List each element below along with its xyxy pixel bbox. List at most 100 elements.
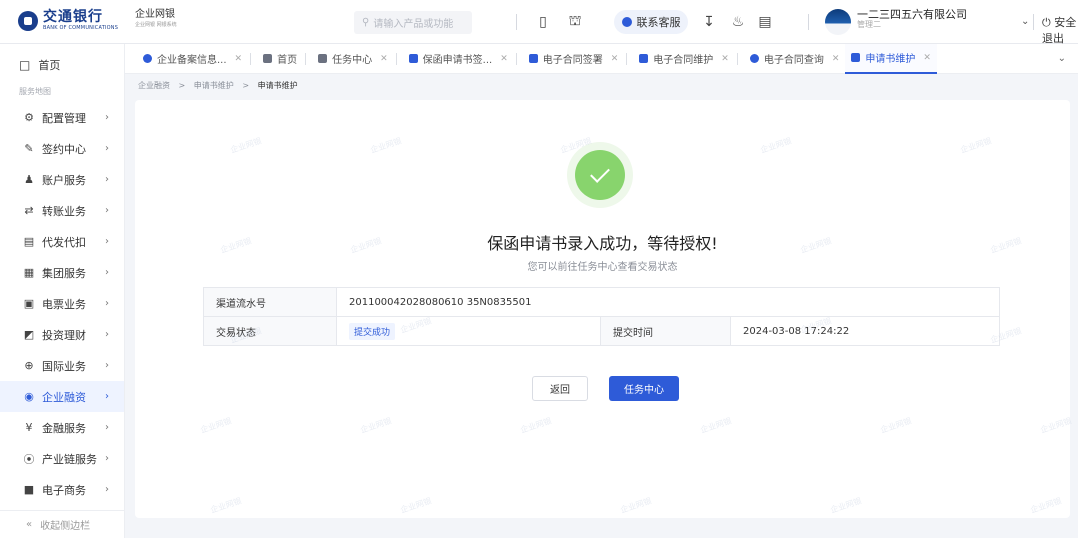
tab[interactable]: 申请书维护 ✕ [845,43,937,74]
sidebar-item[interactable]: ⚙ 配置管理 › [0,102,124,133]
sidebar-item[interactable]: ✎ 签约中心 › [0,133,124,164]
close-icon[interactable]: ✕ [923,53,931,63]
tabs-more-icon[interactable]: ⌄ [1058,53,1066,64]
status-badge: 提交成功 [349,322,396,340]
tab-page-icon [851,53,861,62]
search-placeholder: 请输入产品或功能 [373,19,454,30]
sidebar-item-label: 国际业务 [42,359,86,373]
sidebar-item-label: 投资理财 [42,328,86,342]
chevron-right-icon: › [105,329,109,340]
chevron-right-icon: › [105,422,109,433]
tab[interactable]: 首页 [257,44,312,74]
sidebar-item[interactable]: ▣ 电票业务 › [0,288,124,319]
sidebar-item-label: 配置管理 [42,111,86,125]
power-icon: ⏻ [1042,16,1051,29]
sidebar-item[interactable]: ▤ 代发代扣 › [0,226,124,257]
bank-logo[interactable]: 交通银行 BANK OF COMMUNICATIONS [18,10,118,31]
contact-service-button[interactable]: 联系客服 [614,10,688,34]
sidebar-item[interactable]: ¥ 金融服务 › [0,412,124,443]
close-icon[interactable]: ✕ [832,54,840,64]
sidebar-item[interactable]: ♟ 账户服务 › [0,164,124,195]
settings-icon: ⚙ [24,111,34,124]
sidebar-item[interactable]: ⦿ 产业链服务 › [0,443,124,474]
double-chevron-left-icon: « [26,519,33,530]
shop-icon: ■ [23,483,35,496]
tab-label: 电子合同查询 [763,55,824,66]
close-icon[interactable]: ✕ [380,54,388,64]
sidebar-item-label: 企业融资 [42,390,86,404]
breadcrumb: 企业融资 > 申请书维护 > 申请书维护 [138,81,298,90]
serial-label: 渠道流水号 [203,287,337,317]
finance-icon: ◉ [24,390,34,403]
chevron-right-icon: › [105,298,109,309]
breadcrumb-item[interactable]: 申请书维护 [194,81,234,90]
task-center-button[interactable]: 任务中心 [609,376,679,401]
tab-label: 申请书维护 [865,54,916,65]
tab[interactable]: 企业备案信息... ✕ [137,44,257,74]
back-button[interactable]: 返回 [532,376,588,401]
collapse-sidebar-button[interactable]: « 收起侧边栏 [0,510,124,538]
bank-name: 交通银行 [43,9,103,25]
shirt-icon[interactable]: ⛫ [566,13,584,31]
serial-value: 201100042028080610 35N0835501 [336,287,1000,317]
window-icon[interactable]: ▤ [756,13,774,31]
company-info[interactable]: 一二三四五六有限公司 管理二 [857,8,967,30]
chevron-down-icon[interactable]: ⌄ [1021,16,1029,27]
sidebar-item[interactable]: ⊕ 国际业务 › [0,350,124,381]
close-icon[interactable]: ✕ [611,54,619,64]
chain-icon: ⦿ [23,452,35,466]
download-icon[interactable]: ↧ [700,13,718,31]
transfer-icon: ⇄ [24,204,34,217]
close-icon[interactable]: ✕ [500,54,508,64]
toolbar-divider [516,14,517,30]
sidebar: □ 首页 服务地图 ⚙ 配置管理 › ✎ 签约中心 › ♟ 账户服务 › ⇄ 转账业务 › ▤ 代发代扣 ›… [0,44,125,538]
tab[interactable]: 电子合同签署 ✕ [523,44,634,74]
pen-icon: ✎ [24,142,34,155]
tab[interactable]: 电子合同查询 ✕ [744,44,846,74]
chevron-right-icon: › [105,360,109,371]
mobile-icon[interactable]: ▯ [534,13,552,31]
sidebar-item[interactable]: ◩ 投资理财 › [0,319,124,350]
tab-label: 保函申请书签... [422,55,493,66]
tab[interactable]: 电子合同维护 ✕ [633,44,744,74]
sidebar-item[interactable]: ▦ 集团服务 › [0,257,124,288]
bell-icon[interactable]: ♨ [729,13,747,31]
chevron-right-icon: › [105,391,109,402]
chevron-right-icon: › [105,484,109,495]
sidebar-item[interactable]: ■ 电子商务 › [0,474,124,505]
sidebar-item-home[interactable]: □ 首页 [0,44,124,86]
sidebar-item[interactable]: ⇄ 转账业务 › [0,195,124,226]
tab-divider [305,52,307,65]
tab-page-icon [408,54,418,63]
tab[interactable]: 保函申请书签... ✕ [403,44,523,74]
tab-label: 首页 [277,55,298,66]
globe-icon: ⊕ [24,359,34,372]
result-title: 保函申请书录入成功，等待授权! [487,234,718,253]
tab[interactable]: 任务中心 ✕ [312,44,403,74]
tab-divider [515,52,517,65]
sidebar-item-label: 电子商务 [42,483,86,497]
group-icon: ▦ [23,266,35,279]
tab-label: 任务中心 [332,55,373,66]
chevron-right-icon: › [105,174,109,185]
sidebar-item[interactable]: ◉ 企业融资 › [0,381,124,412]
tab-label: 企业备案信息... [157,55,227,66]
tab-page-icon [143,54,152,63]
sidebar-item-label: 电票业务 [42,297,86,311]
chevron-right-icon: › [105,143,109,154]
toolbar-divider [808,14,809,30]
close-icon[interactable]: ✕ [721,54,729,64]
close-icon[interactable]: ✕ [235,54,243,64]
tab-label: 电子合同维护 [653,55,714,66]
search-icon: ⚲ [362,17,370,28]
search-input[interactable]: ⚲ 请输入产品或功能 [354,11,472,34]
chevron-right-icon: › [105,205,109,216]
breadcrumb-item[interactable]: 企业融资 [138,81,170,90]
tab-bar: 企业备案信息... ✕ 首页 任务中心 ✕ 保函申请书签... ✕ 电子合同签署 ✕ 电子合同维护… [125,43,1078,74]
user-icon: ♟ [24,173,34,186]
avatar[interactable] [825,9,851,35]
chevron-right-icon: › [105,453,109,464]
sidebar-item-label: 签约中心 [42,142,86,156]
logout-button[interactable]: ⏻ 安全退出 [1042,14,1078,46]
tab-page-icon [318,54,328,63]
